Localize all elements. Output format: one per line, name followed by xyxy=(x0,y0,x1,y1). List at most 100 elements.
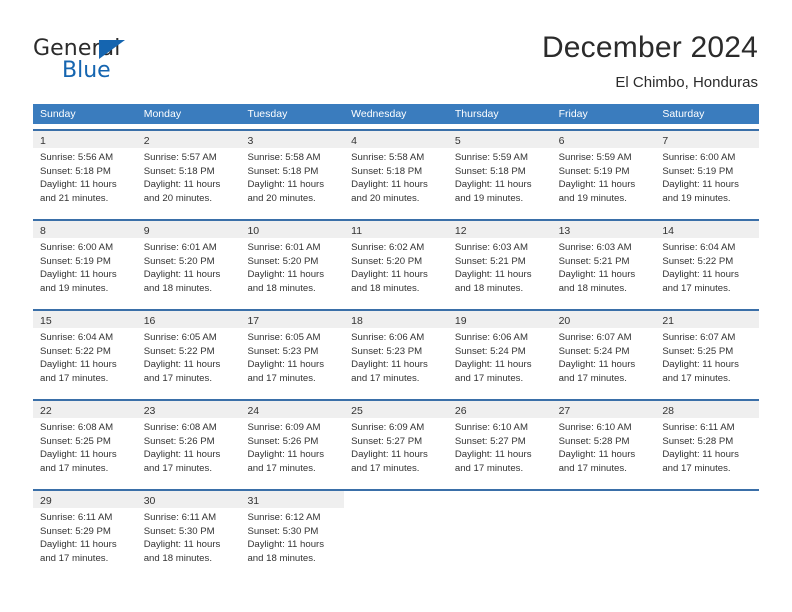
sunset-text: Sunset: 5:25 PM xyxy=(40,435,111,447)
day-cell[interactable]: 14 Sunrise: 6:04 AM Sunset: 5:22 PM Dayligh… xyxy=(655,221,760,304)
sunrise-text: Sunrise: 5:58 AM xyxy=(247,152,321,163)
day-cell[interactable]: 9 Sunrise: 6:01 AM Sunset: 5:20 PM Daylight… xyxy=(136,221,241,304)
day-cell[interactable]: 19 Sunrise: 6:06 AM Sunset: 5:24 PM Dayligh… xyxy=(447,311,552,394)
sunrise-text: Sunrise: 6:10 AM xyxy=(558,422,632,433)
sunset-text: Sunset: 5:24 PM xyxy=(558,345,630,357)
weekday-header-thursday: Thursday xyxy=(454,108,499,120)
day-details: Sunrise: 6:02 AM Sunset: 5:20 PM Daylight:… xyxy=(344,238,448,295)
sunrise-text: Sunrise: 6:04 AM xyxy=(40,332,114,343)
sunset-text: Sunset: 5:22 PM xyxy=(40,345,111,357)
daylight-text-line1: Daylight: 11 hours xyxy=(40,449,117,461)
sunset-text: Sunset: 5:22 PM xyxy=(662,255,734,267)
day-cell[interactable]: 25 Sunrise: 6:09 AM Sunset: 5:27 PM Dayligh… xyxy=(344,401,448,484)
day-cell[interactable]: 30 Sunrise: 6:11 AM Sunset: 5:30 PM Dayligh… xyxy=(136,491,241,574)
sunset-text: Sunset: 5:28 PM xyxy=(662,435,734,447)
day-cell[interactable]: 24 Sunrise: 6:09 AM Sunset: 5:26 PM Dayligh… xyxy=(240,401,345,484)
calendar-grid: Sunday Monday Tuesday Wednesday Thursday… xyxy=(33,104,760,574)
weekday-header-saturday: Saturday xyxy=(662,108,705,120)
day-cell[interactable]: 2 Sunrise: 5:57 AM Sunset: 5:18 PM Daylight… xyxy=(136,131,241,214)
daylight-text-line1: Daylight: 11 hours xyxy=(558,359,636,371)
day-number-band: 23 xyxy=(136,401,241,418)
day-number-band: 30 xyxy=(136,491,241,508)
day-details: Sunrise: 5:59 AM Sunset: 5:19 PM Daylight:… xyxy=(552,148,656,205)
day-cell[interactable]: 8 Sunrise: 6:00 AM Sunset: 5:19 PM Daylight… xyxy=(33,221,137,304)
sunrise-text: Sunrise: 5:59 AM xyxy=(558,152,632,163)
day-cell[interactable]: 3 Sunrise: 5:58 AM Sunset: 5:18 PM Daylight… xyxy=(240,131,345,214)
sunrise-text: Sunrise: 5:59 AM xyxy=(454,152,528,163)
day-number: 2 xyxy=(143,135,150,147)
day-number: 20 xyxy=(558,315,571,327)
day-number-band: 15 xyxy=(33,311,137,328)
day-details: Sunrise: 6:11 AM Sunset: 5:28 PM Daylight:… xyxy=(655,418,759,475)
day-number: 22 xyxy=(40,405,52,417)
day-cell[interactable]: 10 Sunrise: 6:01 AM Sunset: 5:20 PM Dayligh… xyxy=(240,221,345,304)
sunset-text: Sunset: 5:18 PM xyxy=(247,165,319,177)
day-cell[interactable]: 13 Sunrise: 6:03 AM Sunset: 5:21 PM Dayligh… xyxy=(551,221,656,304)
daylight-text-line2: and 18 minutes. xyxy=(558,282,627,294)
day-number: 13 xyxy=(558,225,571,237)
day-cell[interactable]: 11 Sunrise: 6:02 AM Sunset: 5:20 PM Dayligh… xyxy=(344,221,448,304)
day-cell[interactable]: 5 Sunrise: 5:59 AM Sunset: 5:18 PM Daylight… xyxy=(447,131,552,214)
day-number-band: 6 xyxy=(551,131,656,148)
sunset-text: Sunset: 5:30 PM xyxy=(143,525,215,537)
daylight-text-line1: Daylight: 11 hours xyxy=(454,449,532,461)
sunset-text: Sunset: 5:20 PM xyxy=(247,255,319,267)
daylight-text-line2: and 17 minutes. xyxy=(247,462,316,474)
daylight-text-line2: and 18 minutes. xyxy=(247,282,316,294)
daylight-text-line1: Daylight: 11 hours xyxy=(558,179,636,191)
weekday-header-monday: Monday xyxy=(143,108,182,120)
daylight-text-line1: Daylight: 11 hours xyxy=(558,449,636,461)
daylight-text-line2: and 18 minutes. xyxy=(351,282,420,294)
daylight-text-line1: Daylight: 11 hours xyxy=(662,179,739,191)
day-cell[interactable]: 12 Sunrise: 6:03 AM Sunset: 5:21 PM Dayligh… xyxy=(447,221,552,304)
sunrise-text: Sunrise: 6:11 AM xyxy=(662,422,735,433)
day-number: 14 xyxy=(662,225,674,237)
day-cell[interactable]: 27 Sunrise: 6:10 AM Sunset: 5:28 PM Dayligh… xyxy=(551,401,656,484)
day-cell[interactable]: 23 Sunrise: 6:08 AM Sunset: 5:26 PM Dayligh… xyxy=(136,401,241,484)
sunset-text: Sunset: 5:24 PM xyxy=(454,345,526,357)
daylight-text-line2: and 18 minutes. xyxy=(143,552,212,564)
day-cell[interactable]: 31 Sunrise: 6:12 AM Sunset: 5:30 PM Dayligh… xyxy=(240,491,345,574)
daylight-text-line1: Daylight: 11 hours xyxy=(351,269,428,281)
day-number: 12 xyxy=(454,225,467,237)
day-cell[interactable]: 1 Sunrise: 5:56 AM Sunset: 5:18 PM Daylight… xyxy=(33,131,137,214)
day-cell[interactable]: 20 Sunrise: 6:07 AM Sunset: 5:24 PM Dayligh… xyxy=(551,311,656,394)
day-number-band: 28 xyxy=(655,401,760,418)
day-cell[interactable]: 7 Sunrise: 6:00 AM Sunset: 5:19 PM Daylight… xyxy=(655,131,760,214)
day-details: Sunrise: 6:11 AM Sunset: 5:30 PM Daylight:… xyxy=(137,508,241,565)
day-number: 23 xyxy=(143,405,156,417)
day-cell[interactable]: 21 Sunrise: 6:07 AM Sunset: 5:25 PM Dayligh… xyxy=(655,311,760,394)
sunset-text: Sunset: 5:22 PM xyxy=(143,345,215,357)
day-cell[interactable]: 22 Sunrise: 6:08 AM Sunset: 5:25 PM Dayligh… xyxy=(33,401,137,484)
day-cell[interactable]: 4 Sunrise: 5:58 AM Sunset: 5:18 PM Daylight… xyxy=(344,131,448,214)
title-block: December 2024 El Chimbo, Honduras xyxy=(542,30,758,93)
daylight-text-line1: Daylight: 11 hours xyxy=(143,449,221,461)
daylight-text-line1: Daylight: 11 hours xyxy=(143,179,221,191)
weekday-header-sunday: Sunday xyxy=(40,108,76,120)
daylight-text-line1: Daylight: 11 hours xyxy=(247,449,325,461)
daylight-text-line1: Daylight: 11 hours xyxy=(454,269,532,281)
day-cell[interactable]: 28 Sunrise: 6:11 AM Sunset: 5:28 PM Dayligh… xyxy=(655,401,760,484)
sunrise-text: Sunrise: 6:03 AM xyxy=(454,242,528,253)
day-number: 9 xyxy=(143,225,150,237)
daylight-text-line1: Daylight: 11 hours xyxy=(351,359,428,371)
daylight-text-line1: Daylight: 11 hours xyxy=(247,179,325,191)
general-blue-logo[interactable]: General Blue xyxy=(33,36,163,84)
day-cell[interactable]: 6 Sunrise: 5:59 AM Sunset: 5:19 PM Daylight… xyxy=(551,131,656,214)
sunrise-text: Sunrise: 6:09 AM xyxy=(351,422,425,433)
page-title: December 2024 xyxy=(541,31,758,64)
daylight-text-line1: Daylight: 11 hours xyxy=(143,539,221,551)
day-details: Sunrise: 6:05 AM Sunset: 5:23 PM Daylight:… xyxy=(240,328,344,385)
day-cell[interactable]: 16 Sunrise: 6:05 AM Sunset: 5:22 PM Dayligh… xyxy=(136,311,241,394)
day-cell[interactable]: 17 Sunrise: 6:05 AM Sunset: 5:23 PM Dayligh… xyxy=(240,311,345,394)
day-cell[interactable]: 26 Sunrise: 6:10 AM Sunset: 5:27 PM Dayligh… xyxy=(447,401,552,484)
day-number-band: 25 xyxy=(344,401,448,418)
day-cell[interactable]: 29 Sunrise: 6:11 AM Sunset: 5:29 PM Dayligh… xyxy=(33,491,137,574)
day-number: 18 xyxy=(351,315,363,327)
day-details: Sunrise: 6:01 AM Sunset: 5:20 PM Daylight:… xyxy=(240,238,344,295)
day-number-band: 3 xyxy=(240,131,345,148)
day-cell[interactable]: 15 Sunrise: 6:04 AM Sunset: 5:22 PM Dayligh… xyxy=(33,311,137,394)
day-cell[interactable]: 18 Sunrise: 6:06 AM Sunset: 5:23 PM Dayligh… xyxy=(344,311,448,394)
daylight-text-line1: Daylight: 11 hours xyxy=(247,359,325,371)
day-number-band: 14 xyxy=(655,221,760,238)
